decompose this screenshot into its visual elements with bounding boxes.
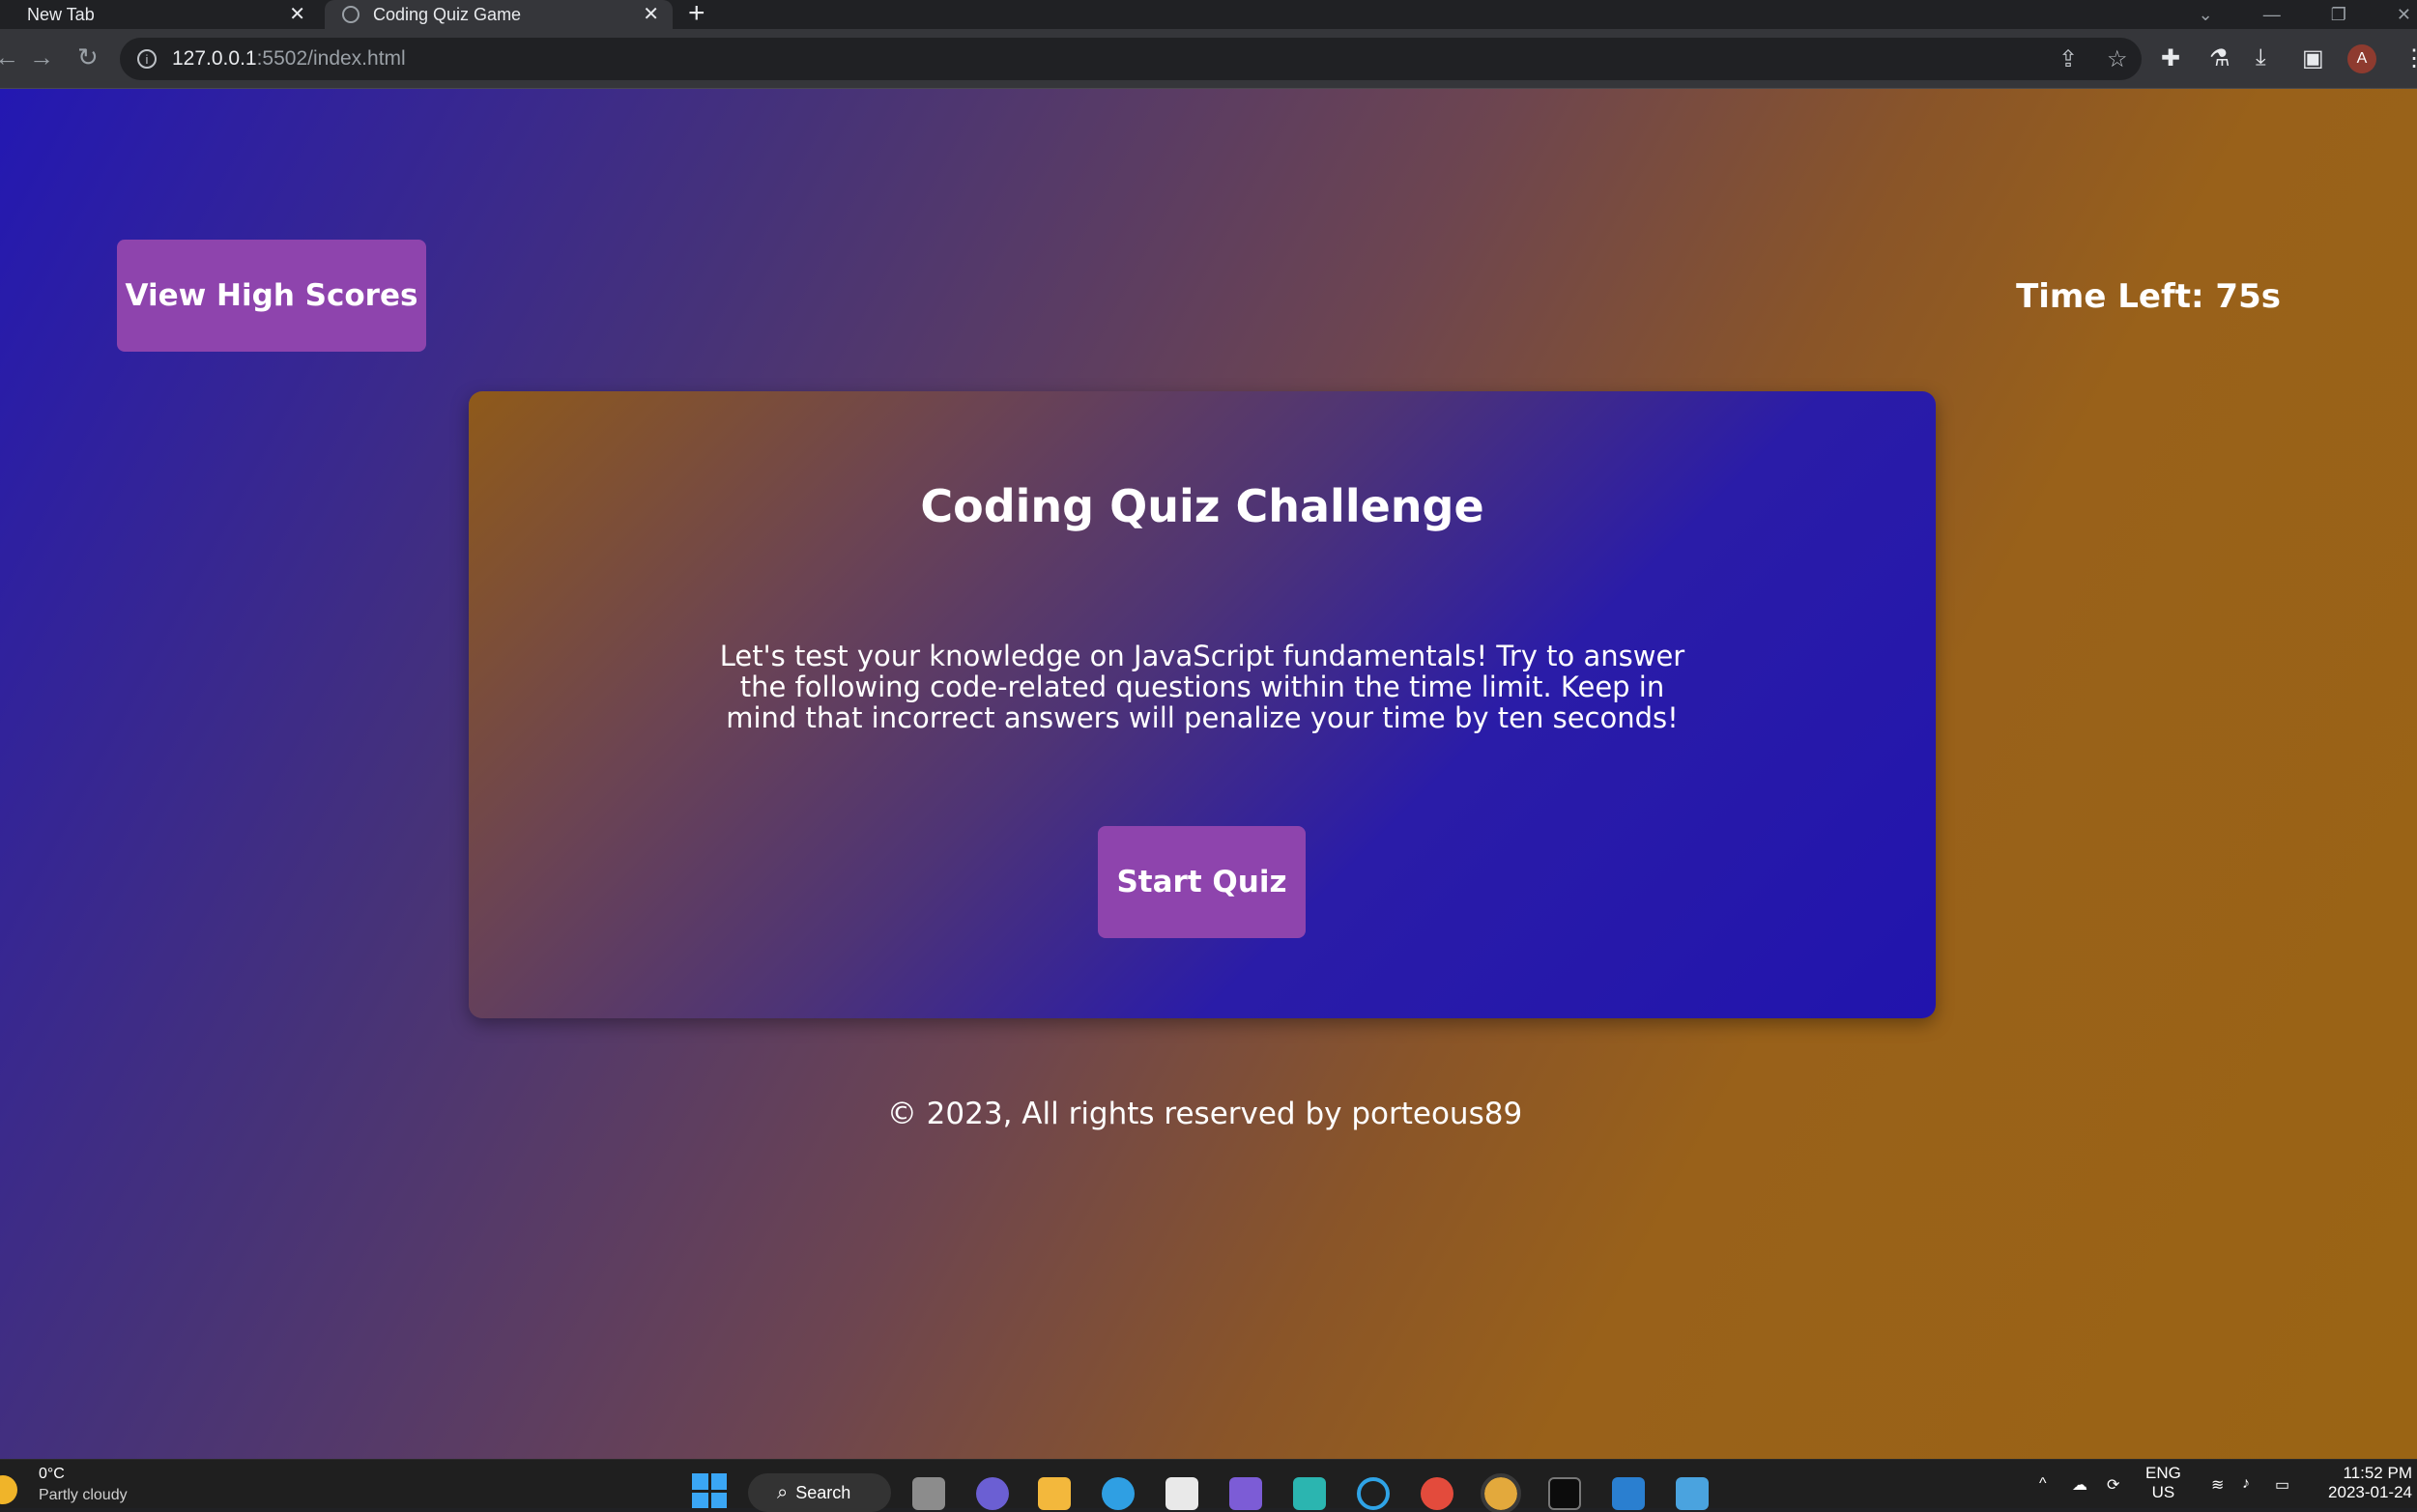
taskbar: 0°C Partly cloudy ⌕ Search ^ ☁ ⟳ ENG US … [0,1459,2417,1512]
forward-icon[interactable]: → [29,43,54,72]
reload-icon[interactable]: ↻ [77,43,99,72]
task-view-icon[interactable] [912,1477,945,1510]
wifi-icon[interactable]: ≋ [2211,1475,2224,1495]
vscode-icon[interactable] [1612,1477,1645,1510]
close-tab-icon[interactable]: ✕ [643,2,659,26]
weather-temperature: 0°C [39,1466,65,1482]
start-quiz-button[interactable]: Start Quiz [1098,826,1306,938]
tab-new-tab[interactable]: New Tab ✕ [0,0,319,29]
sync-icon[interactable]: ⟳ [2107,1475,2119,1495]
address-bar[interactable]: i 127.0.0.1:5502/index.html ⇪ ☆ [120,38,2142,80]
labs-flask-icon[interactable]: ⚗ [2209,44,2230,72]
footer-copyright: © 2023, All rights reserved by porteous8… [886,1097,1523,1131]
url-path: :5502/index.html [256,47,406,70]
profile-avatar[interactable]: A [2347,44,2376,73]
file-explorer-icon[interactable] [1038,1477,1071,1510]
quiz-description: Let's test your knowledge on JavaScript … [719,640,1685,734]
language-code: ENG [2145,1464,2181,1482]
back-icon[interactable]: ← [0,43,19,72]
app-icon[interactable] [1229,1477,1262,1510]
region-code: US [2151,1483,2175,1501]
taskbar-search[interactable]: ⌕ Search [748,1473,891,1512]
tab-label: Coding Quiz Game [373,4,522,24]
search-icon: ⌕ [777,1481,789,1503]
notepad-icon[interactable] [1676,1477,1709,1510]
sync-app-icon[interactable] [1293,1477,1326,1510]
search-label: Search [795,1482,851,1502]
share-icon[interactable]: ⇪ [2058,45,2078,73]
system-clock[interactable]: 11:52 PM 2023-01-24 [2319,1464,2412,1502]
window-controls: ⌄ — ❐ ✕ [2199,0,2417,29]
close-window-icon[interactable]: ✕ [2397,5,2411,25]
partly-cloudy-icon [0,1475,17,1504]
new-tab-button[interactable]: + [688,0,705,30]
cortana-icon[interactable] [1357,1477,1390,1510]
battery-icon[interactable]: ▭ [2275,1475,2289,1495]
tab-coding-quiz-game[interactable]: Coding Quiz Game ✕ [325,0,673,29]
show-hidden-icons-chevron-icon[interactable]: ^ [2039,1475,2047,1493]
download-icon[interactable]: ⤓ [2256,44,2266,71]
microsoft-store-icon[interactable] [1165,1477,1198,1510]
chrome-icon[interactable] [1421,1477,1453,1510]
restore-icon[interactable]: ❐ [2331,5,2346,25]
url-host: 127.0.0.1 [172,47,257,70]
side-panel-icon[interactable]: ▣ [2302,44,2324,72]
tab-strip: New Tab ✕ Coding Quiz Game ✕ + ⌄ — ❐ ✕ [0,0,2417,29]
site-info-icon[interactable]: i [137,49,157,69]
close-tab-icon[interactable]: ✕ [289,2,305,26]
extensions-icon[interactable]: ✚ [2161,44,2180,72]
bookmark-star-icon[interactable]: ☆ [2107,45,2128,73]
tab-label: New Tab [27,4,95,24]
timer-display: Time Left: 75s [2016,277,2281,316]
edge-browser-icon[interactable] [1102,1477,1135,1510]
terminal-icon[interactable] [1548,1477,1581,1510]
volume-icon[interactable]: ♪ [2242,1475,2250,1493]
windows-start-icon[interactable] [692,1473,727,1508]
browser-toolbar: ← → ↻ i 127.0.0.1:5502/index.html ⇪ ☆ ✚ … [0,29,2417,89]
chrome-dev-icon[interactable] [1481,1473,1521,1512]
language-indicator[interactable]: ENG US [2145,1464,2181,1502]
weather-condition: Partly cloudy [39,1487,128,1503]
teams-chat-icon[interactable] [976,1477,1009,1510]
minimize-icon[interactable]: — [2263,5,2281,25]
page-title: Coding Quiz Challenge [920,480,1484,532]
clock-time: 11:52 PM [2343,1464,2412,1482]
page-viewport: View High Scores Time Left: 75s Coding Q… [0,89,2417,1459]
menu-kebab-icon[interactable]: ⋮ [2403,44,2417,72]
clock-date: 2023-01-24 [2328,1483,2412,1501]
quiz-intro-card: Coding Quiz Challenge Let's test your kn… [469,391,1936,1018]
globe-icon [342,6,360,23]
onedrive-icon[interactable]: ☁ [2072,1475,2087,1495]
tab-search-icon[interactable]: ⌄ [2199,5,2213,25]
view-high-scores-button[interactable]: View High Scores [117,240,426,352]
